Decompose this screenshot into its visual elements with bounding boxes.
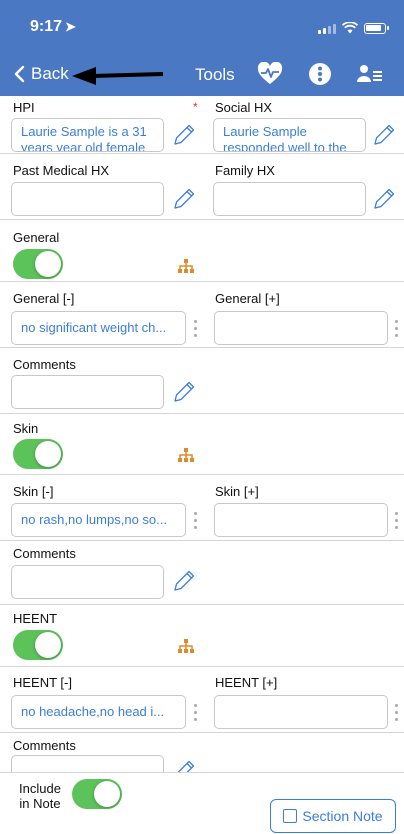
heent-title: HEENT: [13, 611, 58, 626]
skin-pos-label: Skin [+]: [215, 484, 259, 499]
wifi-icon: [342, 22, 358, 34]
general-pos-label: General [+]: [215, 291, 280, 306]
pencil-icon[interactable]: [171, 568, 197, 594]
vertical-dots-icon[interactable]: [393, 704, 399, 721]
cellular-signal-icon: [318, 22, 336, 34]
pencil-icon[interactable]: [371, 186, 397, 212]
battery-icon: [364, 22, 389, 34]
section-note-button[interactable]: Section Note: [270, 799, 396, 833]
social-hx-label: Social HX: [215, 100, 273, 115]
general-neg-label: General [-]: [13, 291, 75, 306]
vertical-dots-icon[interactable]: [393, 512, 399, 529]
status-bar: 9:17 ➤: [0, 18, 404, 42]
skin-comments-row: Comments: [0, 541, 404, 605]
family-hx-label: Family HX: [215, 163, 275, 178]
skin-neg-field[interactable]: no rash,no lumps,no so...: [11, 503, 186, 537]
pmh-family-row: Past Medical HX Family HX: [0, 154, 404, 220]
more-options-icon[interactable]: [304, 58, 336, 90]
skin-pos-field[interactable]: [214, 503, 388, 537]
hierarchy-tree-icon[interactable]: [177, 639, 195, 655]
skin-section-header: Skin: [0, 414, 404, 475]
vertical-dots-icon[interactable]: [192, 704, 198, 721]
hierarchy-tree-icon[interactable]: [177, 259, 195, 275]
back-label: Back: [31, 64, 69, 83]
hpi-field[interactable]: Laurie Sample is a 31 years year old fem…: [11, 118, 164, 152]
footer-bar: Include in Note Section Note: [0, 772, 404, 834]
heent-comments-label: Comments: [13, 738, 76, 753]
checkbox-icon: [283, 809, 298, 823]
tools-button[interactable]: Tools: [195, 65, 235, 85]
back-button[interactable]: Back: [14, 64, 69, 84]
heent-neg-label: HEENT [-]: [13, 675, 72, 690]
pencil-icon[interactable]: [171, 122, 197, 148]
skin-title: Skin: [13, 421, 39, 436]
skin-findings-row: Skin [-] no rash,no lumps,no so... Skin …: [0, 475, 404, 541]
heart-pulse-icon[interactable]: [254, 58, 286, 90]
heent-toggle[interactable]: [13, 630, 63, 660]
include-in-note-toggle[interactable]: [72, 779, 122, 809]
patient-list-icon[interactable]: [354, 58, 386, 90]
skin-comments-label: Comments: [13, 546, 76, 561]
status-time: 9:17 ➤: [30, 18, 76, 36]
pencil-icon[interactable]: [171, 379, 197, 405]
chevron-left-icon: [14, 65, 25, 83]
general-comments-field[interactable]: [11, 375, 164, 409]
section-note-label: Section Note: [302, 808, 383, 824]
general-section-header: General: [0, 220, 404, 282]
social-hx-field[interactable]: Laurie Sample responded well to the: [213, 118, 366, 152]
heent-section-header: HEENT: [0, 605, 404, 667]
heent-findings-row: HEENT [-] no headache,no head i... HEENT…: [0, 667, 404, 733]
annotation-arrow-icon: [72, 67, 164, 85]
skin-toggle[interactable]: [13, 439, 63, 469]
hierarchy-tree-icon[interactable]: [177, 448, 195, 464]
vertical-dots-icon[interactable]: [192, 320, 198, 337]
vertical-dots-icon[interactable]: [192, 512, 198, 529]
status-time-text: 9:17: [30, 18, 63, 35]
general-comments-label: Comments: [13, 357, 76, 372]
include-in-note-label: Include in Note: [19, 781, 61, 811]
hpi-label: HPI: [13, 100, 35, 115]
required-mark: *: [193, 100, 198, 114]
general-comments-row: Comments: [0, 348, 404, 414]
general-findings-row: General [-] no significant weight ch... …: [0, 282, 404, 348]
skin-neg-label: Skin [-]: [13, 484, 54, 499]
heent-neg-field[interactable]: no headache,no head i...: [11, 695, 186, 729]
general-pos-field[interactable]: [214, 311, 388, 345]
hpi-social-row: HPI * Laurie Sample is a 31 years year o…: [0, 96, 404, 154]
general-toggle[interactable]: [13, 249, 63, 279]
nav-bar: Back Tools: [0, 52, 404, 96]
pencil-icon[interactable]: [371, 122, 397, 148]
family-hx-field[interactable]: [213, 182, 366, 216]
app-header: 9:17 ➤ Back Tools: [0, 0, 404, 96]
skin-comments-field[interactable]: [11, 565, 164, 599]
heent-pos-label: HEENT [+]: [215, 675, 278, 690]
heent-pos-field[interactable]: [214, 695, 388, 729]
past-medical-hx-label: Past Medical HX: [13, 163, 110, 178]
general-neg-field[interactable]: no significant weight ch...: [11, 311, 186, 345]
location-arrow-icon: ➤: [65, 19, 76, 34]
past-medical-hx-field[interactable]: [11, 182, 164, 216]
vertical-dots-icon[interactable]: [393, 320, 399, 337]
form-content: HPI * Laurie Sample is a 31 years year o…: [0, 96, 404, 772]
pencil-icon[interactable]: [171, 186, 197, 212]
general-title: General: [13, 230, 60, 245]
